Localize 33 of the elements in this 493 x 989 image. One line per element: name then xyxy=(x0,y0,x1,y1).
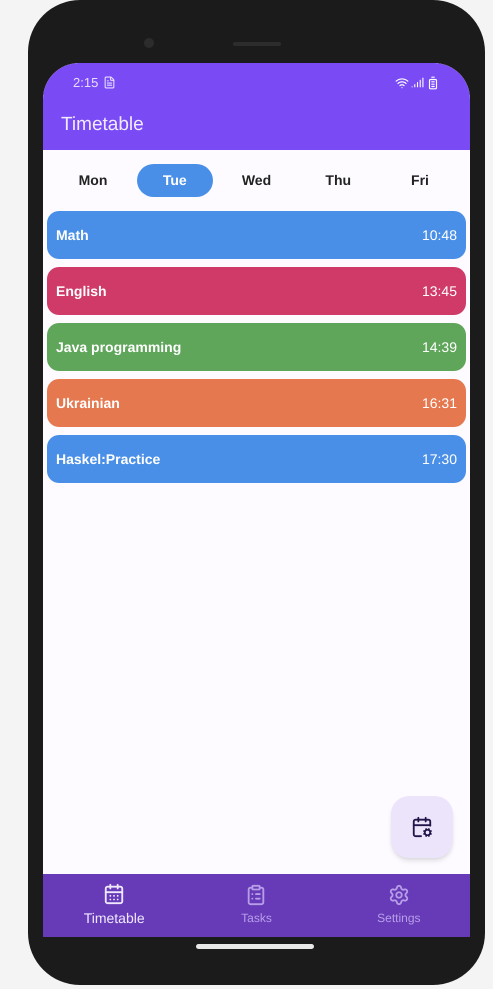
lesson-time: 10:48 xyxy=(422,226,457,244)
lesson-card[interactable]: English 13:45 xyxy=(47,267,466,315)
lesson-name: Java programming xyxy=(56,338,182,357)
lesson-card[interactable]: Haskel:Practice 17:30 xyxy=(47,435,466,483)
lesson-name: Math xyxy=(56,226,89,244)
lesson-name: English xyxy=(56,282,107,301)
nav-item[interactable]: Tasks xyxy=(185,874,328,937)
lesson-card[interactable]: Math 10:48 xyxy=(47,211,466,259)
day-tab[interactable]: Fri xyxy=(382,164,458,197)
lesson-time: 17:30 xyxy=(422,450,457,468)
lesson-time: 13:45 xyxy=(422,282,457,300)
lesson-card[interactable]: Java programming 14:39 xyxy=(47,323,466,371)
nav-item[interactable]: Timetable xyxy=(43,874,186,937)
signal-icon xyxy=(411,76,424,90)
wifi-icon xyxy=(395,76,409,90)
day-tab[interactable]: Mon xyxy=(55,164,131,197)
lesson-card[interactable]: Ukrainian 16:31 xyxy=(47,379,466,427)
settings-icon xyxy=(388,884,410,906)
day-tab[interactable]: Tue xyxy=(136,164,213,197)
nav-item[interactable]: Settings xyxy=(328,874,470,937)
lesson-time: 16:31 xyxy=(422,394,457,412)
lesson-time: 14:39 xyxy=(422,338,457,356)
status-time: 2:15 xyxy=(73,74,98,92)
day-tab[interactable]: Thu xyxy=(300,164,376,197)
lesson-name: Ukrainian xyxy=(56,394,120,412)
edit-calendar-button[interactable] xyxy=(391,796,453,858)
day-tab[interactable]: Wed xyxy=(218,164,294,197)
edit-calendar-icon xyxy=(411,816,433,838)
battery-icon xyxy=(426,76,440,90)
clipboard-icon xyxy=(245,884,268,906)
calendar-icon xyxy=(103,882,126,904)
lesson-name: Haskel:Practice xyxy=(56,450,160,468)
app-title: Timetable xyxy=(61,112,144,136)
